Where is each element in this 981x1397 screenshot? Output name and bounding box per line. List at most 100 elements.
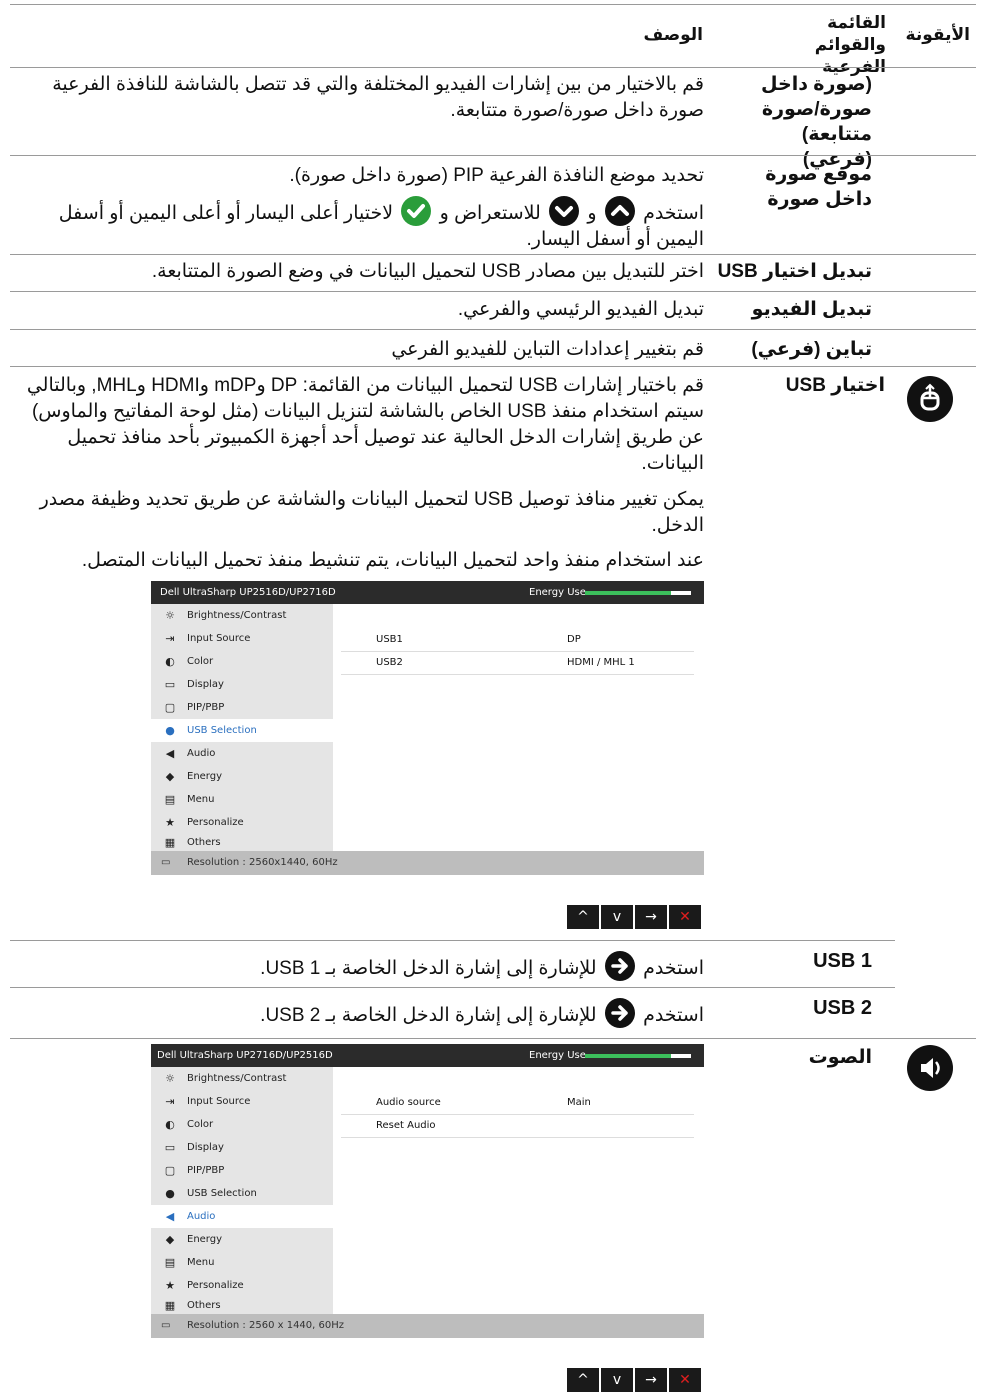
desc-usb-selection-1: قم باختيار إشارات USB لتحميل البيانات من…: [26, 375, 704, 474]
right-arrow-button[interactable]: →: [635, 905, 667, 929]
osd-title: Dell UltraSharp UP2716D/UP2516D: [157, 1050, 333, 1061]
osd-menu-label: Brightness/Contrast: [187, 610, 287, 621]
desc-text: استخدم: [643, 958, 704, 979]
osd-menu-display[interactable]: ▭ Display: [151, 1136, 333, 1159]
osd-menu-label: USB Selection: [187, 725, 257, 736]
color-icon: ◐: [165, 1118, 175, 1131]
desc-usb-selection-2: يمكن تغيير منافذ توصيل USB لتحميل البيان…: [39, 489, 704, 536]
energy-use-bar: [585, 1054, 691, 1058]
divider: [10, 329, 976, 330]
input-icon: ⇥: [165, 1095, 175, 1108]
osd-menu-label: Audio: [187, 748, 216, 759]
osd-menu-input-source[interactable]: ⇥ Input Source: [151, 1090, 333, 1113]
osd-row-usb2[interactable]: USB2 HDMI / MHL 1: [341, 651, 694, 675]
down-circle-icon: [549, 196, 580, 226]
close-button[interactable]: ✕: [669, 1368, 701, 1392]
energy-use-label: Energy Use: [529, 1050, 586, 1061]
osd-menu-personalize[interactable]: ★ Personalize: [151, 811, 333, 834]
desc-contrast-sub: قم بتغيير إعدادات التباين للفيديو الفرعي: [391, 339, 704, 360]
osd-menu-color[interactable]: ◐ Color: [151, 650, 333, 673]
osd-menu-label: Audio: [187, 1211, 216, 1222]
menu-usb-switch: تبديل اختيار USB: [717, 261, 872, 282]
osd-menu-display[interactable]: ▭ Display: [151, 673, 333, 696]
osd-menu-label: Energy: [187, 771, 223, 782]
star-icon: ★: [165, 816, 175, 829]
energy-use-bar: [585, 591, 691, 595]
divider: [10, 366, 976, 367]
osd-menu-label: Input Source: [187, 633, 251, 644]
divider: [10, 155, 976, 156]
down-button[interactable]: v: [601, 905, 633, 929]
osd-menu-personalize[interactable]: ★ Personalize: [151, 1274, 333, 1297]
osd-menu-menu[interactable]: ▤ Menu: [151, 1251, 333, 1274]
osd-menu-menu[interactable]: ▤ Menu: [151, 788, 333, 811]
display-icon: ▭: [164, 678, 176, 691]
desc-text: للاستعراض و: [439, 203, 541, 224]
osd-menu-energy[interactable]: ◆ Energy: [151, 1228, 333, 1251]
osd-menu-input-source[interactable]: ⇥ Input Source: [151, 627, 333, 650]
osd-menu-label: Color: [187, 1119, 214, 1130]
osd-menu-usb-selection[interactable]: ● USB Selection: [151, 1182, 333, 1205]
osd-menu-pip-pbp[interactable]: ▢ PIP/PBP: [151, 1159, 333, 1182]
up-button[interactable]: ^: [567, 905, 599, 929]
resolution-icon: ▭: [161, 1320, 171, 1331]
menu-audio: الصوت: [808, 1047, 872, 1068]
divider: [10, 291, 976, 292]
desc-text: للإشارة إلى إشارة الدخل الخاصة بـ USB 1.: [260, 958, 597, 979]
desc-usb-switch: اختر للتبديل بين مصادر USB لتحميل البيان…: [151, 261, 704, 282]
star-icon: ★: [165, 1279, 175, 1292]
down-button[interactable]: v: [601, 1368, 633, 1392]
osd-row-key: USB1: [376, 634, 403, 645]
osd-title-bar: Dell UltraSharp UP2716D/UP2516D Energy U…: [151, 1044, 704, 1067]
osd-menu-label: PIP/PBP: [187, 702, 225, 713]
osd-menu-label: Input Source: [187, 1096, 251, 1107]
desc-text: استخدم: [643, 203, 704, 224]
desc-text: للإشارة إلى إشارة الدخل الخاصة بـ USB 2.: [260, 1005, 597, 1026]
osd-row-usb1[interactable]: USB1 DP: [341, 628, 694, 652]
osd-menu-label: PIP/PBP: [187, 1165, 225, 1176]
energy-use-label: Energy Use: [529, 587, 586, 598]
osd-sidebar: ☼ Brightness/Contrast ⇥ Input Source ◐ Colo…: [151, 1067, 333, 1314]
menu-contrast-sub: تباين (فرعي): [751, 339, 872, 360]
osd-body: ☼ Brightness/Contrast ⇥ Input Source ◐ Colo…: [151, 1067, 704, 1314]
desc-usb2: استخدم للإشارة إلى إشارة الدخل الخاصة بـ…: [20, 998, 704, 1029]
osd-audio-panel: Dell UltraSharp UP2716D/UP2516D Energy U…: [151, 1044, 704, 1338]
sun-icon: ☼: [165, 609, 175, 622]
osd-menu-label: Energy: [187, 1234, 223, 1245]
osd-menu-usb-selection[interactable]: ● USB Selection: [151, 719, 333, 742]
divider: [10, 940, 895, 941]
up-button[interactable]: ^: [567, 1368, 599, 1392]
osd-menu-label: Menu: [187, 1257, 215, 1268]
resolution-icon: ▭: [161, 857, 171, 868]
right-arrow-button[interactable]: →: [635, 1368, 667, 1392]
osd-menu-others[interactable]: ▦ Others: [151, 1297, 333, 1314]
osd-row-audio-source[interactable]: Audio source Main: [341, 1091, 694, 1115]
usb-mouse-icon: ●: [165, 724, 175, 737]
desc-text: و: [587, 203, 597, 224]
osd-row-value: DP: [567, 634, 581, 645]
osd-menu-energy[interactable]: ◆ Energy: [151, 765, 333, 788]
divider: [10, 1038, 976, 1039]
osd-menu-audio[interactable]: ◀ Audio: [151, 742, 333, 765]
desc-pip-pbp-sub: قم بالاختيار من بين إشارات الفيديو المخت…: [52, 74, 704, 121]
osd-row-value: Main: [567, 1097, 591, 1108]
header-icon-col: الأيقونة: [905, 25, 970, 44]
color-icon: ◐: [165, 655, 175, 668]
osd-menu-audio[interactable]: ◀ Audio: [151, 1205, 333, 1228]
osd-menu-others[interactable]: ▦ Others: [151, 834, 333, 851]
manual-page: الأيقونة القائمة والقوائم الفرعية الوصف …: [0, 0, 981, 1397]
close-button[interactable]: ✕: [669, 905, 701, 929]
osd-row-key: USB2: [376, 657, 403, 668]
divider: [10, 4, 976, 5]
osd-body: ☼ Brightness/Contrast ⇥ Input Source ◐ Colo…: [151, 604, 704, 851]
input-icon: ⇥: [165, 632, 175, 645]
osd-footer: ▭ Resolution : 2560 x 1440, 60Hz: [151, 1314, 704, 1338]
osd-menu-pip-pbp[interactable]: ▢ PIP/PBP: [151, 696, 333, 719]
osd-menu-brightness-contrast[interactable]: ☼ Brightness/Contrast: [151, 1067, 333, 1090]
osd-row-reset-audio[interactable]: Reset Audio: [341, 1114, 694, 1138]
desc-usb1: استخدم للإشارة إلى إشارة الدخل الخاصة بـ…: [20, 951, 704, 982]
osd-menu-brightness-contrast[interactable]: ☼ Brightness/Contrast: [151, 604, 333, 627]
osd-menu-label: Color: [187, 656, 214, 667]
osd-menu-color[interactable]: ◐ Color: [151, 1113, 333, 1136]
menu-usb2: USB 2: [813, 997, 872, 1019]
